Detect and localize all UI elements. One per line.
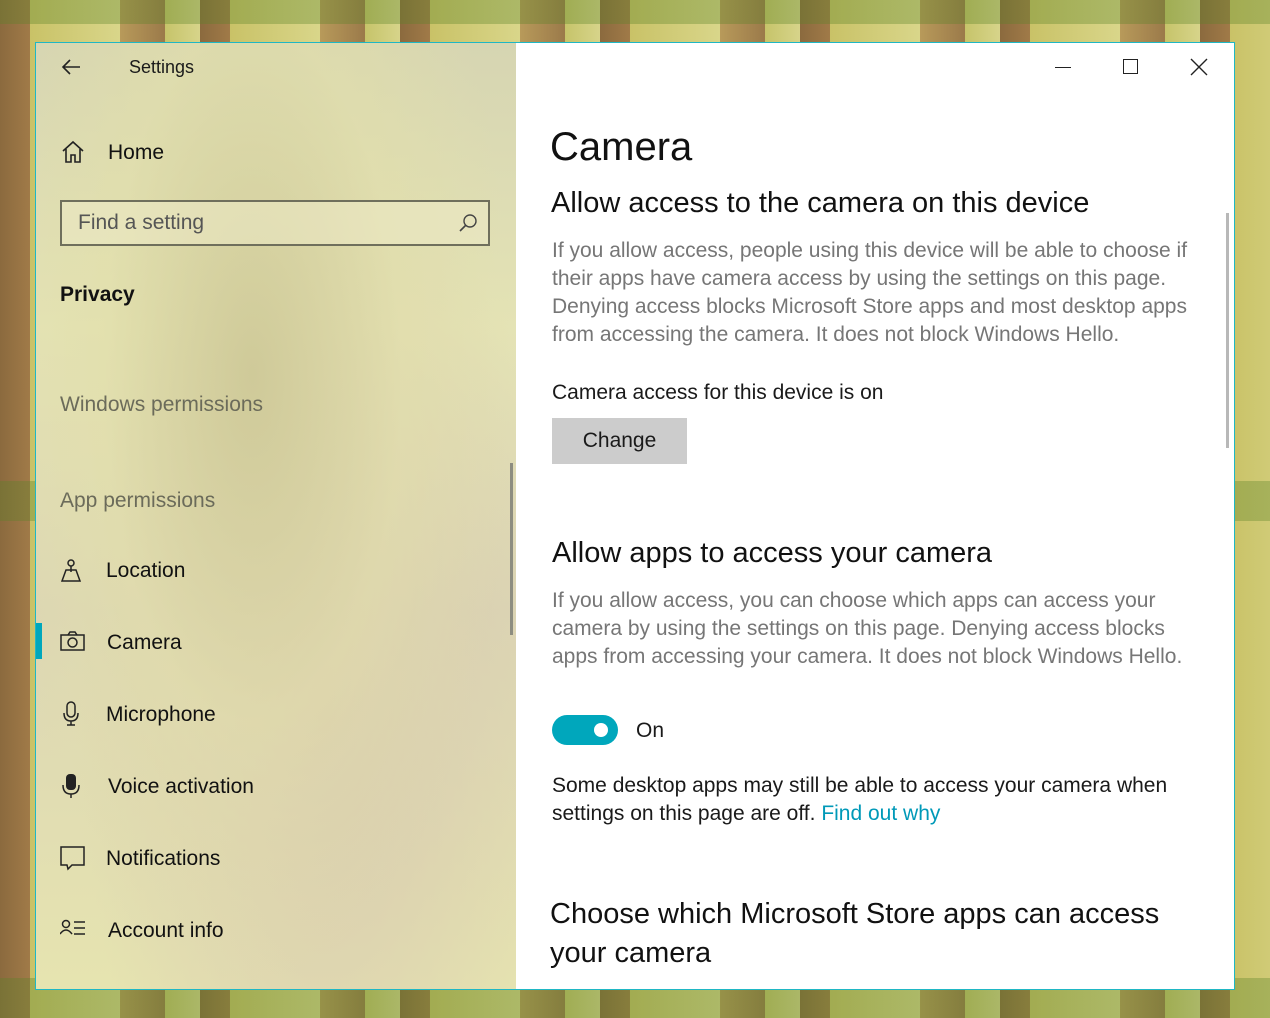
device-access-status: Camera access for this device is on [552, 381, 884, 404]
location-icon [60, 557, 86, 583]
search-box[interactable] [60, 200, 490, 246]
selection-indicator [36, 623, 42, 659]
section-app-permissions: App permissions [60, 489, 216, 512]
desktop-apps-note: Some desktop apps may still be able to a… [552, 772, 1192, 828]
sidebar-item-label: Account info [108, 919, 224, 942]
sidebar-item-microphone[interactable]: Microphone [60, 699, 500, 733]
camera-icon [60, 629, 86, 655]
minimize-icon [1055, 67, 1071, 68]
sidebar-item-label: Microphone [106, 703, 216, 726]
sidebar-item-label: Location [106, 559, 186, 582]
device-section-heading: Allow access to the camera on this devic… [551, 187, 1090, 219]
toggle-state-label: On [636, 719, 665, 742]
sidebar-item-voice-activation[interactable]: Voice activation [60, 771, 500, 805]
search-input[interactable] [62, 202, 488, 244]
home-icon [60, 139, 86, 165]
voice-activation-icon [60, 773, 86, 799]
close-icon [1190, 58, 1208, 81]
toggle-knob [594, 723, 608, 737]
search-icon[interactable] [458, 213, 478, 233]
notifications-icon [60, 845, 86, 871]
sidebar-item-label: Camera [107, 631, 182, 654]
content-scrollbar[interactable] [1226, 213, 1229, 448]
sidebar-item-account-info[interactable]: Account info [59, 915, 500, 949]
sidebar-item-label: Voice activation [108, 775, 254, 798]
section-windows-permissions: Windows permissions [60, 393, 264, 416]
sidebar-item-location[interactable]: Location [60, 555, 500, 589]
camera-access-toggle[interactable] [552, 715, 618, 745]
sidebar-item-home[interactable]: Home [60, 137, 500, 171]
window-title: Settings [129, 57, 195, 77]
maximize-button[interactable] [1106, 53, 1156, 83]
sidebar: Settings Home Privacy Windows permission… [36, 43, 516, 989]
category-heading: Privacy [60, 283, 135, 306]
sidebar-item-camera[interactable]: Camera [60, 627, 500, 661]
apps-section-heading: Allow apps to access your camera [552, 537, 993, 569]
close-button[interactable] [1175, 53, 1225, 83]
sidebar-item-label: Notifications [106, 847, 221, 870]
store-section-heading: Choose which Microsoft Store apps can ac… [550, 898, 1160, 969]
page-title: Camera [550, 125, 693, 169]
sidebar-item-label: Home [108, 141, 165, 164]
settings-window: Settings Home Privacy Windows permission… [35, 42, 1235, 990]
device-section-description: If you allow access, people using this d… [552, 239, 1188, 346]
maximize-icon [1123, 59, 1138, 74]
sidebar-scrollbar[interactable] [510, 463, 513, 635]
sidebar-item-notifications[interactable]: Notifications [60, 843, 500, 877]
apps-section-description: If you allow access, you can choose whic… [552, 589, 1183, 668]
back-arrow-icon[interactable] [60, 55, 84, 79]
minimize-button[interactable] [1038, 53, 1088, 83]
account-info-icon [59, 917, 86, 943]
content-pane: Camera Allow access to the camera on thi… [516, 43, 1234, 989]
find-out-why-link[interactable]: Find out why [821, 802, 940, 825]
change-button[interactable]: Change [552, 418, 687, 464]
microphone-icon [60, 701, 86, 727]
